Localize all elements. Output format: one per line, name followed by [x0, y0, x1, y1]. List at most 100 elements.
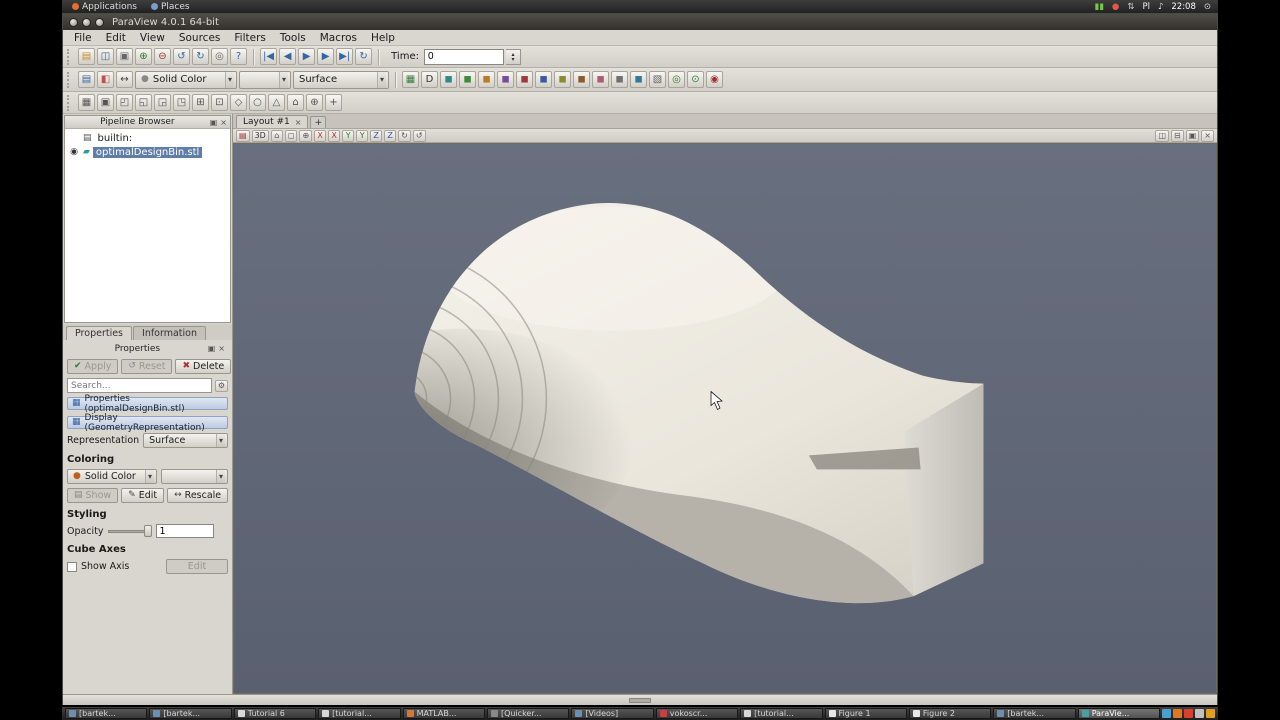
search-options-gear-icon[interactable]: ⚙	[214, 379, 228, 392]
notification-icon[interactable]: ●	[1109, 2, 1122, 12]
undo-icon[interactable]: ↺	[173, 48, 190, 65]
tab-properties[interactable]: Properties	[66, 326, 133, 340]
redo-icon[interactable]: ↻	[192, 48, 209, 65]
network-icon[interactable]: ⇅	[1124, 2, 1137, 12]
pipeline-item-label[interactable]: optimalDesignBin.stl	[92, 146, 203, 158]
pipeline-item-label[interactable]: builtin:	[95, 133, 136, 144]
task-tutorial-6[interactable]: Tutorial 6	[233, 708, 317, 719]
task-bartek-1[interactable]: [bartek...	[65, 708, 148, 719]
task-vokoscreen[interactable]: vokoscr...	[655, 708, 739, 719]
session-menu-icon[interactable]: ⊙	[1201, 2, 1214, 12]
warp-by-vector-filter-icon[interactable]: ◼	[592, 71, 609, 88]
close-panel-icon[interactable]: ×	[220, 118, 227, 127]
component-combo[interactable]: ▾	[239, 70, 291, 89]
toolbar-grip[interactable]	[67, 48, 73, 65]
fast-preview-icon[interactable]: ▧	[649, 71, 666, 88]
close-panel-icon[interactable]: ×	[218, 344, 225, 353]
float-panel-icon[interactable]: ▣	[208, 344, 216, 353]
cube-axes-edit-button[interactable]: Edit	[166, 559, 228, 574]
auto-apply-icon[interactable]: ◎	[211, 48, 228, 65]
camera-link-icon[interactable]: ◎	[668, 71, 685, 88]
render-viewport[interactable]	[233, 143, 1217, 694]
window-close-button[interactable]	[69, 17, 78, 27]
zoom-to-data-icon[interactable]: ⊕	[306, 94, 323, 111]
slice-filter-icon[interactable]: ◼	[497, 71, 514, 88]
help-icon[interactable]: ?	[230, 48, 247, 65]
reset-button[interactable]: ↺ Reset	[121, 359, 173, 374]
disconnect-server-icon[interactable]: ⊖	[154, 48, 171, 65]
rescale-to-data-range-icon[interactable]: ↔	[116, 71, 133, 88]
rescale-button[interactable]: ↔ Rescale	[167, 488, 229, 503]
window-minimize-button[interactable]	[82, 17, 91, 27]
vcr-last-frame-icon[interactable]: ▶|	[336, 48, 354, 65]
pick-center-icon[interactable]: ◉	[706, 71, 723, 88]
search-input[interactable]	[67, 378, 212, 393]
close-tab-icon[interactable]: ×	[295, 118, 302, 127]
task-paraview[interactable]: ParaVie...	[1077, 708, 1161, 719]
edit-color-map-button[interactable]: ✎ Edit	[121, 488, 165, 503]
vcr-first-frame-icon[interactable]: |◀	[260, 48, 278, 65]
add-layout-tab-button[interactable]: +	[310, 116, 327, 128]
split-vertical-icon[interactable]: ⊟	[1171, 129, 1184, 142]
menu-item[interactable]: Sources	[172, 32, 228, 44]
menu-item[interactable]: Tools	[273, 32, 313, 44]
task-videos[interactable]: [Videos]	[571, 708, 654, 719]
properties-panel-header[interactable]: Properties ▣ ×	[67, 342, 228, 355]
time-spinner[interactable]: ▴ ▾	[505, 48, 521, 65]
menu-item[interactable]: File	[67, 32, 99, 44]
edit-color-map-icon[interactable]: ◧	[97, 71, 114, 88]
volume-icon[interactable]: ♪	[1155, 2, 1166, 12]
vcr-previous-frame-icon[interactable]: ◀	[279, 48, 297, 65]
select-points-on-surface-icon[interactable]: ▣	[97, 94, 114, 111]
view-mode-3d-button[interactable]: 3D	[251, 129, 269, 142]
close-view-icon[interactable]: ×	[1201, 129, 1214, 142]
connect-server-icon[interactable]: ⊕	[135, 48, 152, 65]
show-color-legend-button[interactable]: ▤ Show	[67, 488, 119, 503]
menu-item[interactable]: View	[133, 32, 172, 44]
toolbar-grip[interactable]	[67, 94, 73, 111]
menu-item[interactable]: Filters	[227, 32, 272, 44]
center-axes-visibility-icon[interactable]: ⊙	[687, 71, 704, 88]
interactive-select-points-icon[interactable]: ◇	[230, 94, 247, 111]
task-figure-2[interactable]: Figure 2	[908, 708, 992, 719]
representation-combo-toolbar[interactable]: Surface ▾	[293, 70, 389, 89]
contour-filter-icon[interactable]: ◼	[459, 71, 476, 88]
select-points-through-icon[interactable]: ◱	[135, 94, 152, 111]
clock[interactable]: 22:08	[1168, 2, 1199, 12]
view-plus-y-icon[interactable]: Y	[342, 129, 355, 142]
task-tutorial-1[interactable]: [tutorial...	[318, 708, 401, 719]
applications-menu[interactable]: Applications	[66, 2, 143, 12]
glyph-filter-icon[interactable]: ◼	[554, 71, 571, 88]
toolbar-grip[interactable]	[67, 71, 73, 88]
threshold-filter-icon[interactable]: ◼	[516, 71, 533, 88]
keyboard-layout-indicator[interactable]: Pl	[1139, 2, 1153, 12]
pipeline-item-optimaldesignbin[interactable]: ◉ ▰ optimalDesignBin.stl	[66, 145, 229, 159]
hover-cells-icon[interactable]: ○	[249, 94, 266, 111]
spinner-down-icon[interactable]: ▾	[511, 56, 514, 62]
menu-item[interactable]: Help	[364, 32, 402, 44]
extract-level-filter-icon[interactable]: ◼	[630, 71, 647, 88]
group-datasets-filter-icon[interactable]: ◼	[611, 71, 628, 88]
save-state-icon[interactable]: ◫	[97, 48, 114, 65]
opacity-input[interactable]	[155, 524, 214, 538]
clip-filter-icon[interactable]: ◼	[478, 71, 495, 88]
menu-item[interactable]: Edit	[99, 32, 133, 44]
select-block-icon[interactable]: ⊞	[192, 94, 209, 111]
opacity-slider[interactable]	[107, 525, 152, 537]
visibility-eye-icon[interactable]: ◉	[68, 147, 80, 157]
select-points-polygon-icon[interactable]: ◳	[173, 94, 190, 111]
vcr-play-icon[interactable]: ▶	[298, 48, 316, 65]
view-plus-x-icon[interactable]: X	[314, 129, 327, 142]
workspace-indicator-icon[interactable]: ▮▮	[1092, 2, 1107, 12]
tab-information[interactable]: Information	[133, 326, 207, 340]
task-quicker[interactable]: [Quicker...	[486, 708, 570, 719]
add-measurement-icon[interactable]: +	[325, 94, 342, 111]
section-properties-source[interactable]: ▦ Properties (optimalDesignBin.stl)	[67, 394, 228, 414]
tray-app-gray-icon[interactable]	[1195, 709, 1204, 718]
select-cells-polygon-icon[interactable]: ◲	[154, 94, 171, 111]
coloring-combo[interactable]: ● Solid Color ▾	[67, 469, 157, 484]
task-bartek-2[interactable]: [bartek...	[149, 708, 232, 719]
apply-button[interactable]: ✔ Apply	[67, 359, 119, 374]
open-file-icon[interactable]: ▤	[78, 48, 95, 65]
delete-button[interactable]: ✖ Delete	[175, 359, 232, 374]
